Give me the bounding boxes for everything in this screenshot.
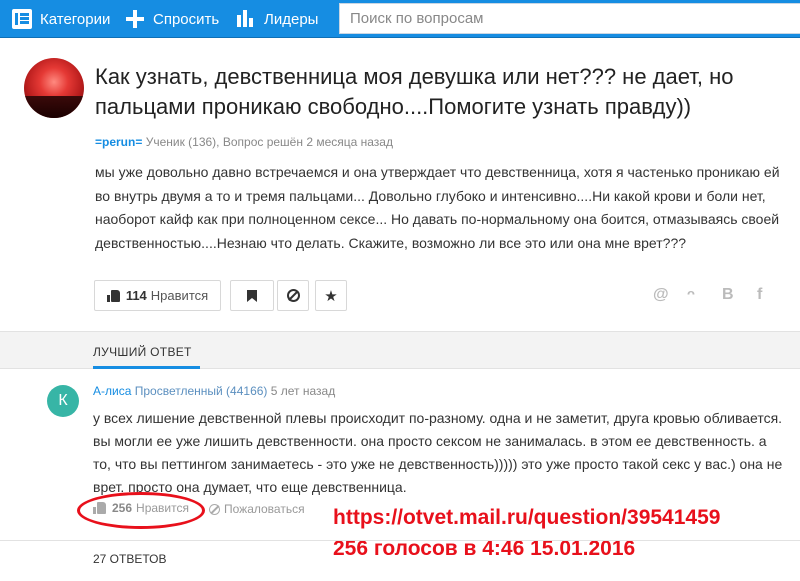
bookmark-icon <box>247 289 257 302</box>
complain-label: Пожаловаться <box>224 502 305 516</box>
answer-author-name[interactable]: А-лиса <box>93 384 131 398</box>
overlay-url: https://otvet.mail.ru/question/39541459 <box>333 506 721 529</box>
nav-ask-label: Спросить <box>153 10 220 28</box>
block-button[interactable] <box>277 280 309 311</box>
share-ok-icon[interactable]: ᴖ <box>687 286 695 301</box>
ban-icon <box>209 503 220 515</box>
bar-chart-icon <box>236 9 256 29</box>
share-vk-icon[interactable]: B <box>722 286 734 304</box>
highlight-oval <box>77 492 205 529</box>
question-title: Как узнать, девственница моя девушка или… <box>95 64 734 119</box>
block-icon <box>286 289 300 302</box>
thumbs-up-icon <box>106 289 120 302</box>
question-meta: =perun= Ученик (136), Вопрос решён 2 мес… <box>95 135 393 149</box>
question-body: мы уже довольно давно встречаемся и она … <box>95 164 780 251</box>
nav-leaders[interactable]: Лидеры <box>236 0 318 38</box>
share-mail-icon[interactable]: @ <box>653 286 669 304</box>
question-like-label: Нравится <box>150 288 209 303</box>
question-author-name[interactable]: =perun= <box>95 135 142 149</box>
nav-ask[interactable]: Спросить <box>125 0 219 38</box>
nav-categories-label: Категории <box>40 10 111 28</box>
question-like-count: 114 <box>125 288 147 303</box>
question-like-button[interactable]: 114 Нравится <box>94 280 221 311</box>
answer-meta: А-лиса Просветленный (44166) 5 лет назад <box>93 384 335 398</box>
top-bar: Категории Спросить Лидеры Поиск по вопро… <box>0 0 800 38</box>
best-answer-header: ЛУЧШИЙ ОТВЕТ <box>0 331 800 369</box>
answer-body: у всех лишение девственной плевы происхо… <box>93 410 783 495</box>
search-placeholder: Поиск по вопросам <box>350 10 484 27</box>
star-icon: ★ <box>324 287 338 305</box>
share-fb-icon[interactable]: f <box>757 286 762 304</box>
answer-author-rank: Просветленный (44166) <box>134 384 268 398</box>
categories-icon <box>12 9 32 29</box>
nav-leaders-label: Лидеры <box>264 10 319 28</box>
question-author-avatar[interactable] <box>24 58 84 118</box>
star-button[interactable]: ★ <box>315 280 347 311</box>
answer-time: 5 лет назад <box>270 384 336 398</box>
divider <box>0 540 800 541</box>
plus-icon <box>125 9 145 29</box>
bookmark-button[interactable] <box>230 280 274 311</box>
search-input[interactable]: Поиск по вопросам <box>339 3 800 34</box>
question-meta-text: Ученик (136), Вопрос решён 2 месяца наза… <box>145 135 393 149</box>
answer-author-avatar[interactable]: К <box>47 385 79 417</box>
best-answer-label: ЛУЧШИЙ ОТВЕТ <box>93 345 192 359</box>
answers-count: 27 ОТВЕТОВ <box>93 552 167 566</box>
section-underline <box>93 366 200 369</box>
nav-categories[interactable]: Категории <box>12 0 110 38</box>
complain-button[interactable]: Пожаловаться <box>209 502 305 516</box>
